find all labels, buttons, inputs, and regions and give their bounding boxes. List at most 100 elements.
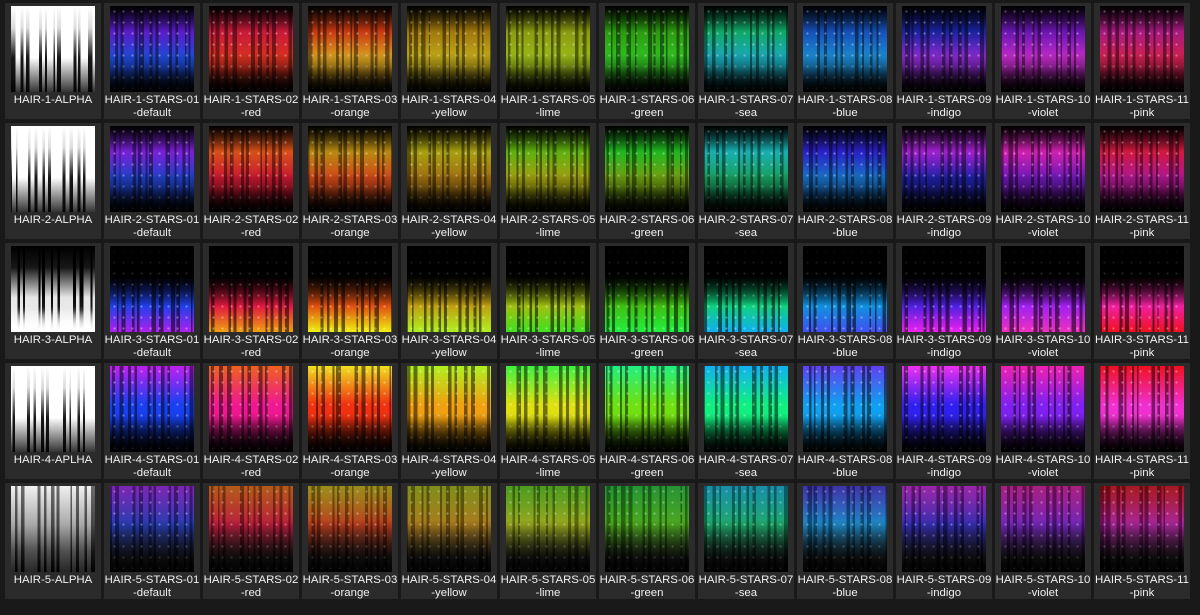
file-tile[interactable]: HAIR-2-STARS-08 -blue xyxy=(797,123,893,239)
file-tile[interactable]: HAIR-3-STARS-10 -violet xyxy=(995,243,1091,359)
file-name-label: HAIR-1-STARS-09 xyxy=(896,94,992,106)
file-name-label: -orange xyxy=(330,227,370,239)
file-name-label: -blue xyxy=(832,347,858,359)
file-tile[interactable]: HAIR-1-STARS-07 -sea xyxy=(698,3,794,119)
thumbnail-image xyxy=(1001,126,1085,212)
file-tile[interactable]: HAIR-5-STARS-10 -violet xyxy=(995,483,1091,599)
file-tile[interactable]: HAIR-3-STARS-06 -green xyxy=(599,243,695,359)
file-tile[interactable]: HAIR-4-STARS-07 -sea xyxy=(698,363,794,479)
file-tile-alpha[interactable]: HAIR-3-ALPHA xyxy=(5,243,101,359)
thumbnail-image xyxy=(605,246,689,332)
file-tile[interactable]: HAIR-3-STARS-02 -red xyxy=(203,243,299,359)
file-tile[interactable]: HAIR-3-STARS-11 -pink xyxy=(1094,243,1190,359)
thumbnail-image xyxy=(704,246,788,332)
file-name-label: HAIR-2-STARS-01 xyxy=(104,214,200,226)
thumbnail-image xyxy=(803,6,887,92)
thumbnail-image xyxy=(803,486,887,572)
file-tile[interactable]: HAIR-1-STARS-01 -default xyxy=(104,3,200,119)
file-tile[interactable]: HAIR-1-STARS-04 -yellow xyxy=(401,3,497,119)
file-name-label: HAIR-1-STARS-01 xyxy=(104,94,200,106)
file-tile[interactable]: HAIR-4-STARS-10 -violet xyxy=(995,363,1091,479)
file-tile[interactable]: HAIR-4-STARS-04 -yellow xyxy=(401,363,497,479)
file-tile[interactable]: HAIR-2-STARS-09 -indigo xyxy=(896,123,992,239)
file-tile[interactable]: HAIR-5-STARS-11 -pink xyxy=(1094,483,1190,599)
file-name-label: HAIR-1-STARS-11 xyxy=(1095,94,1189,106)
file-tile-alpha[interactable]: HAIR-4-APLHA xyxy=(5,363,101,479)
file-tile[interactable]: HAIR-5-STARS-03 -orange xyxy=(302,483,398,599)
file-tile[interactable]: HAIR-5-STARS-02 -red xyxy=(203,483,299,599)
file-tile[interactable]: HAIR-3-STARS-03 -orange xyxy=(302,243,398,359)
file-name-label: HAIR-1-STARS-06 xyxy=(599,94,695,106)
file-tile[interactable]: HAIR-1-STARS-08 -blue xyxy=(797,3,893,119)
file-tile[interactable]: HAIR-3-STARS-08 -blue xyxy=(797,243,893,359)
thumbnail-image xyxy=(1100,6,1184,92)
file-name-label: HAIR-2-STARS-03 xyxy=(302,214,398,226)
file-name-label: -default xyxy=(133,107,171,119)
thumbnail-image xyxy=(209,486,293,572)
file-tile[interactable]: HAIR-5-STARS-09 -indigo xyxy=(896,483,992,599)
file-tile[interactable]: HAIR-5-STARS-07 -sea xyxy=(698,483,794,599)
file-tile[interactable]: HAIR-3-STARS-09 -indigo xyxy=(896,243,992,359)
file-tile[interactable]: HAIR-1-STARS-02 -red xyxy=(203,3,299,119)
file-tile[interactable]: HAIR-4-STARS-01 -default xyxy=(104,363,200,479)
file-name-label: HAIR-3-ALPHA xyxy=(13,334,93,346)
file-tile-alpha[interactable]: HAIR-1-ALPHA xyxy=(5,3,101,119)
thumbnail-image xyxy=(209,6,293,92)
file-tile[interactable]: HAIR-4-STARS-06 -green xyxy=(599,363,695,479)
file-tile[interactable]: HAIR-2-STARS-11 -pink xyxy=(1094,123,1190,239)
file-tile[interactable]: HAIR-1-STARS-05 -lime xyxy=(500,3,596,119)
file-name-label: -lime xyxy=(535,227,561,239)
file-tile[interactable]: HAIR-2-STARS-04 -yellow xyxy=(401,123,497,239)
file-tile[interactable]: HAIR-3-STARS-07 -sea xyxy=(698,243,794,359)
file-tile[interactable]: HAIR-3-STARS-01 -default xyxy=(104,243,200,359)
file-tile[interactable]: HAIR-4-STARS-08 -blue xyxy=(797,363,893,479)
file-tile-alpha[interactable]: HAIR-2-ALPHA xyxy=(5,123,101,239)
file-name-label: HAIR-3-STARS-05 xyxy=(500,334,596,346)
file-tile[interactable]: HAIR-2-STARS-03 -orange xyxy=(302,123,398,239)
file-name-label: -sea xyxy=(734,227,758,239)
thumbnail-image xyxy=(110,366,194,452)
file-tile[interactable]: HAIR-5-STARS-01 -default xyxy=(104,483,200,599)
thumbnail-image xyxy=(308,246,392,332)
file-tile[interactable]: HAIR-4-STARS-03 -orange xyxy=(302,363,398,479)
file-name-label: -pink xyxy=(1129,227,1155,239)
file-tile[interactable]: HAIR-2-STARS-07 -sea xyxy=(698,123,794,239)
file-tile[interactable]: HAIR-3-STARS-05 -lime xyxy=(500,243,596,359)
file-tile[interactable]: HAIR-2-STARS-02 -red xyxy=(203,123,299,239)
file-name-label: -indigo xyxy=(926,227,962,239)
thumbnail-image xyxy=(110,246,194,332)
file-tile[interactable]: HAIR-5-STARS-06 -green xyxy=(599,483,695,599)
file-tile[interactable]: HAIR-5-STARS-08 -blue xyxy=(797,483,893,599)
file-tile[interactable]: HAIR-1-STARS-11 -pink xyxy=(1094,3,1190,119)
file-name-label: HAIR-4-APLHA xyxy=(13,454,93,466)
file-tile[interactable]: HAIR-1-STARS-09 -indigo xyxy=(896,3,992,119)
file-tile[interactable]: HAIR-2-STARS-05 -lime xyxy=(500,123,596,239)
file-tile[interactable]: HAIR-2-STARS-10 -violet xyxy=(995,123,1091,239)
file-name-label: -orange xyxy=(330,347,370,359)
file-tile[interactable]: HAIR-4-STARS-02 -red xyxy=(203,363,299,479)
file-name-label: HAIR-3-STARS-06 xyxy=(599,334,695,346)
file-tile[interactable]: HAIR-1-STARS-10 -violet xyxy=(995,3,1091,119)
file-tile[interactable]: HAIR-1-STARS-03 -orange xyxy=(302,3,398,119)
file-name-label: HAIR-5-STARS-06 xyxy=(599,574,695,586)
file-name-label: -default xyxy=(133,587,171,599)
file-name-label: -sea xyxy=(734,587,758,599)
file-tile[interactable]: HAIR-1-STARS-06 -green xyxy=(599,3,695,119)
file-tile-alpha[interactable]: HAIR-5-ALPHA xyxy=(5,483,101,599)
file-tile[interactable]: HAIR-5-STARS-05 -lime xyxy=(500,483,596,599)
file-name-label: -lime xyxy=(535,107,561,119)
file-name-label: -blue xyxy=(832,107,858,119)
file-name-label: HAIR-2-STARS-04 xyxy=(401,214,497,226)
file-tile[interactable]: HAIR-2-STARS-01 -default xyxy=(104,123,200,239)
file-name-label: HAIR-5-STARS-02 xyxy=(203,574,299,586)
file-name-label: HAIR-4-STARS-06 xyxy=(599,454,695,466)
thumbnail-image xyxy=(209,246,293,332)
file-tile[interactable]: HAIR-4-STARS-05 -lime xyxy=(500,363,596,479)
file-name-label: HAIR-4-STARS-04 xyxy=(401,454,497,466)
file-tile[interactable]: HAIR-3-STARS-04 -yellow xyxy=(401,243,497,359)
file-tile[interactable]: HAIR-4-STARS-11 -pink xyxy=(1094,363,1190,479)
file-name-label: HAIR-2-STARS-11 xyxy=(1095,214,1189,226)
file-tile[interactable]: HAIR-2-STARS-06 -green xyxy=(599,123,695,239)
file-tile[interactable]: HAIR-5-STARS-04 -yellow xyxy=(401,483,497,599)
file-tile[interactable]: HAIR-4-STARS-09 -indigo xyxy=(896,363,992,479)
